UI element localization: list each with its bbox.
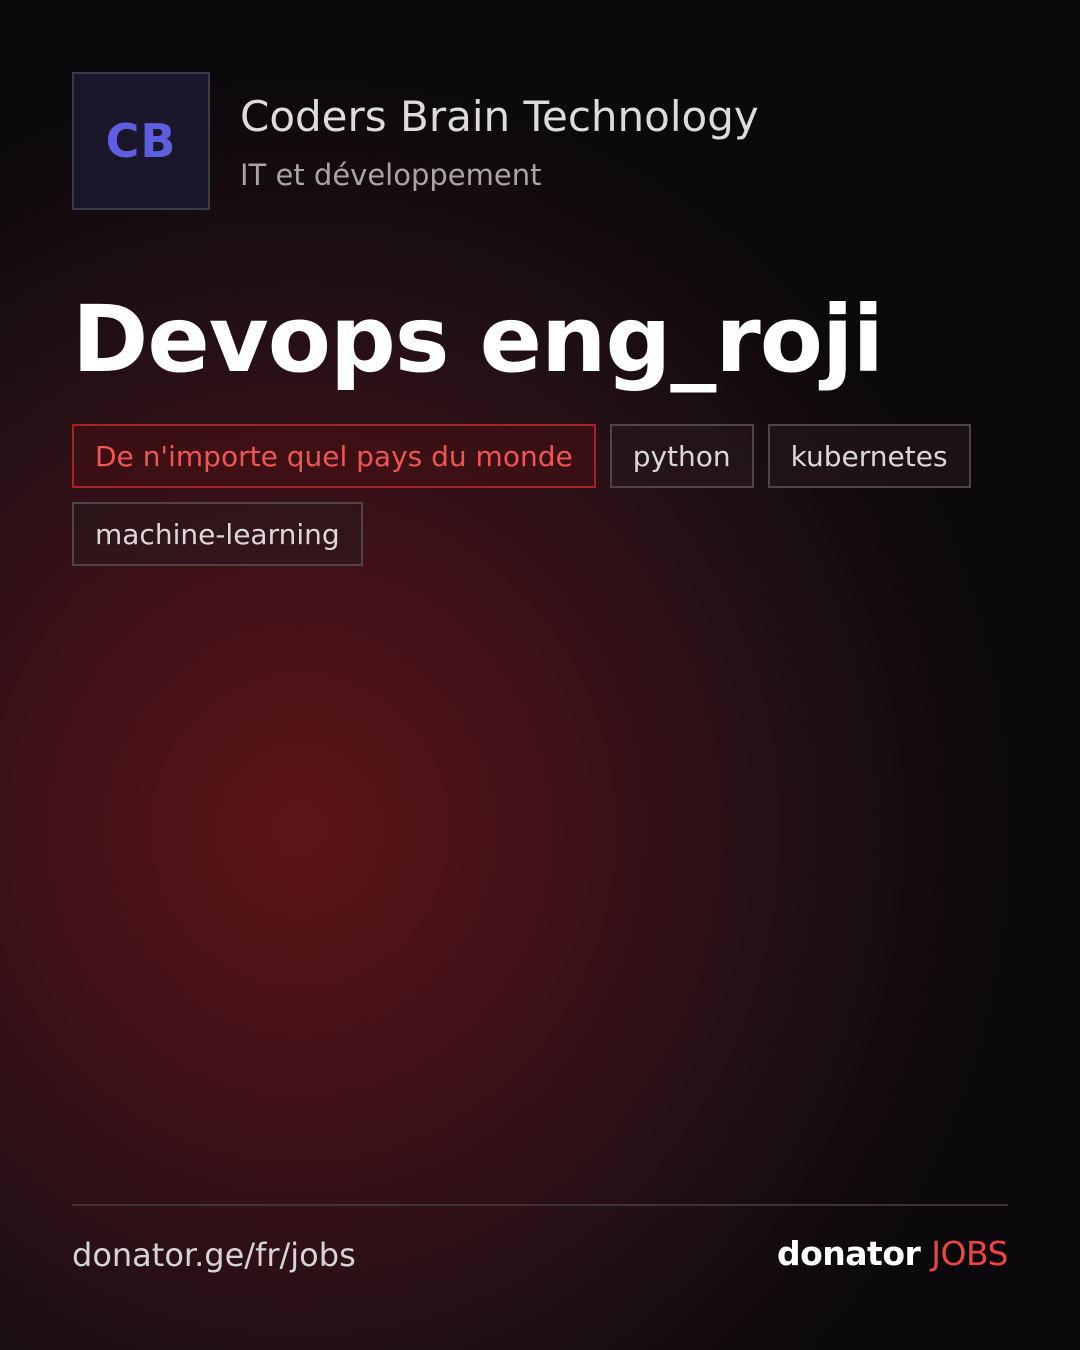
company-logo-initials: CB	[105, 114, 177, 168]
tag-machine-learning: machine-learning	[72, 502, 363, 566]
brand-name: donator	[777, 1234, 921, 1273]
tag-list: De n'importe quel pays du monde python k…	[72, 424, 972, 566]
company-name: Coders Brain Technology	[240, 92, 759, 141]
footer-url: donator.ge/fr/jobs	[72, 1236, 356, 1274]
tag-python: python	[609, 424, 754, 488]
company-sector: IT et développement	[240, 158, 542, 192]
company-logo: CB	[72, 72, 210, 210]
brand-jobs-label: JOBS	[931, 1234, 1008, 1273]
footer-divider	[72, 1204, 1008, 1206]
tag-location: De n'importe quel pays du monde	[72, 424, 596, 488]
job-title: Devops eng_roji	[72, 286, 884, 393]
brand-logo: donator JOBS	[777, 1234, 1008, 1273]
tag-kubernetes: kubernetes	[767, 424, 971, 488]
